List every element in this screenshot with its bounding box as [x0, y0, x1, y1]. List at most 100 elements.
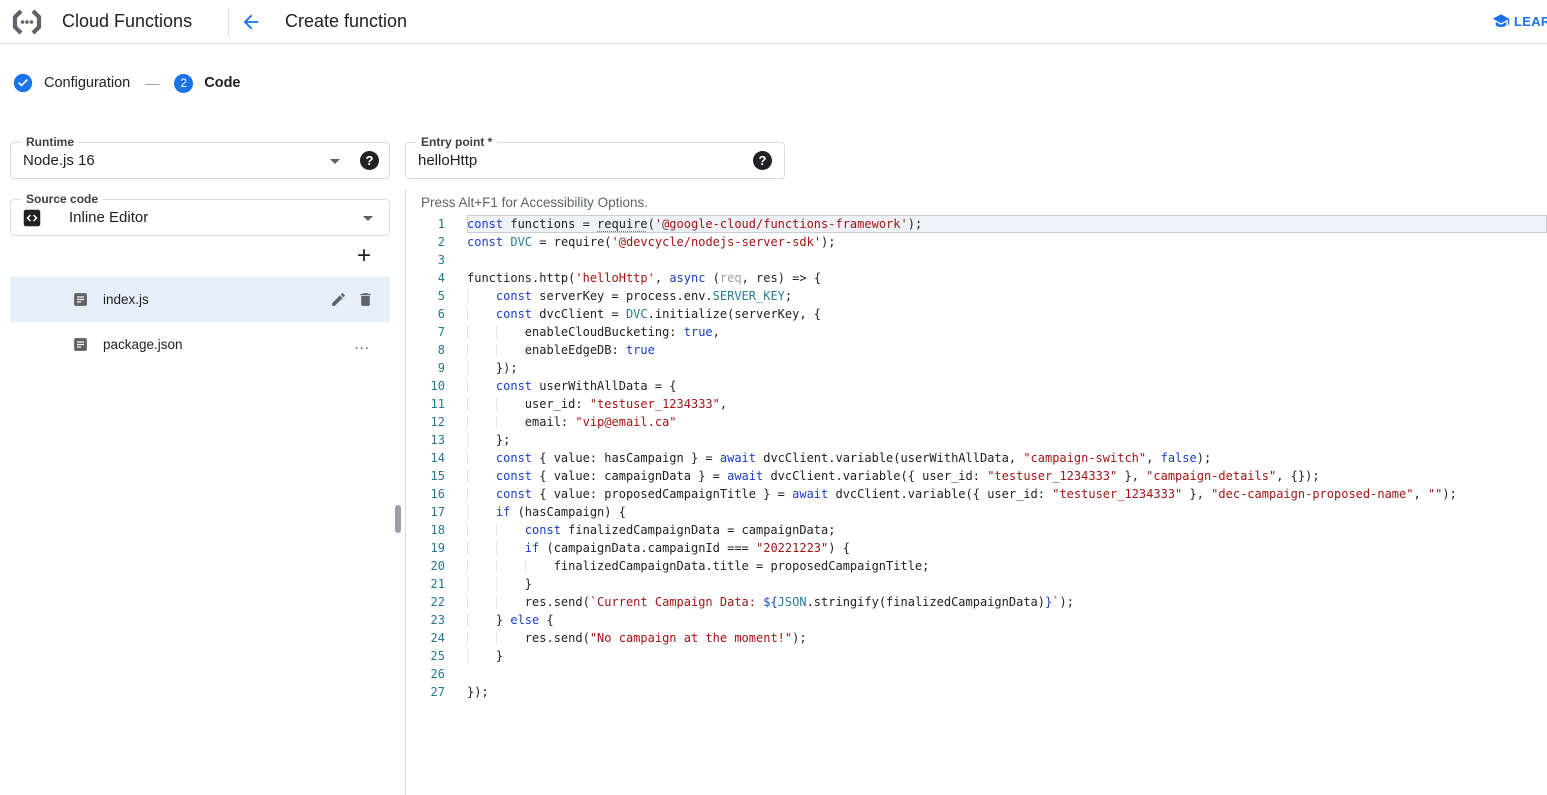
line-number: 24 [420, 629, 445, 647]
source-code-select[interactable]: Source code Inline Editor [10, 199, 390, 236]
code-line[interactable]: 25 } [420, 647, 1547, 665]
entry-point-value[interactable]: helloHttp [418, 143, 477, 178]
line-text: if (campaignData.campaignId === "2022122… [467, 539, 1547, 557]
line-number: 26 [420, 665, 445, 683]
code-line[interactable]: 21 } [420, 575, 1547, 593]
step-2-badge[interactable]: 2 [174, 74, 193, 93]
line-text: enableEdgeDB: true [467, 341, 1547, 359]
line-number: 25 [420, 647, 445, 665]
create-function-page: Cloud Functions Create function LEARN Co… [0, 0, 1547, 795]
code-line[interactable]: 8 enableEdgeDB: true [420, 341, 1547, 359]
line-number: 14 [420, 449, 445, 467]
runtime-help-icon[interactable]: ? [360, 151, 379, 170]
line-text: res.send("No campaign at the moment!"); [467, 629, 1547, 647]
line-text: enableCloudBucketing: true, [467, 323, 1547, 341]
line-number: 1 [420, 215, 445, 233]
step-complete-check-icon[interactable] [13, 73, 33, 93]
code-line[interactable]: 6 const dvcClient = DVC.initialize(serve… [420, 305, 1547, 323]
topbar-divider [228, 8, 229, 36]
line-text: } else { [467, 611, 1547, 629]
add-file-button[interactable]: + [352, 244, 376, 268]
more-options-icon[interactable]: ... [354, 336, 370, 353]
runtime-value: Node.js 16 [23, 143, 95, 178]
line-number: 20 [420, 557, 445, 575]
code-line[interactable]: 23 } else { [420, 611, 1547, 629]
code-line[interactable]: 7 enableCloudBucketing: true, [420, 323, 1547, 341]
entry-point-help-icon[interactable]: ? [753, 151, 772, 170]
line-text: if (hasCampaign) { [467, 503, 1547, 521]
entry-point-field[interactable]: Entry point * helloHttp ? [405, 142, 785, 179]
line-text: } [467, 575, 1547, 593]
edit-pencil-icon[interactable] [330, 291, 347, 308]
code-line[interactable]: 18 const finalizedCampaignData = campaig… [420, 521, 1547, 539]
panel-resize-handle[interactable] [395, 505, 401, 533]
code-line[interactable]: 13 }; [420, 431, 1547, 449]
line-text: email: "vip@email.ca" [467, 413, 1547, 431]
code-line[interactable]: 2const DVC = require('@devcycle/nodejs-s… [420, 233, 1547, 251]
stepper: Configuration — 2 Code [13, 71, 241, 95]
code-line[interactable]: 9 }); [420, 359, 1547, 377]
line-text: const DVC = require('@devcycle/nodejs-se… [467, 233, 1547, 251]
app-title[interactable]: Cloud Functions [62, 11, 192, 32]
code-line[interactable]: 16 const { value: proposedCampaignTitle … [420, 485, 1547, 503]
code-line[interactable]: 17 if (hasCampaign) { [420, 503, 1547, 521]
file-name: index.js [103, 292, 149, 307]
line-text [467, 665, 1547, 683]
code-line[interactable]: 15 const { value: campaignData } = await… [420, 467, 1547, 485]
graduation-cap-icon [1492, 12, 1510, 30]
line-number: 9 [420, 359, 445, 377]
code-line[interactable]: 22 res.send(`Current Campaign Data: ${JS… [420, 593, 1547, 611]
line-text: const dvcClient = DVC.initialize(serverK… [467, 305, 1547, 323]
line-text: const { value: proposedCampaignTitle } =… [467, 485, 1547, 503]
line-number: 19 [420, 539, 445, 557]
code-line[interactable]: 27}); [420, 683, 1547, 701]
line-number: 10 [420, 377, 445, 395]
file-icon [72, 291, 89, 308]
line-text: const { value: hasCampaign } = await dvc… [467, 449, 1547, 467]
line-number: 18 [420, 521, 445, 539]
code-line[interactable]: 10 const userWithAllData = { [420, 377, 1547, 395]
source-code-value: Inline Editor [69, 200, 148, 235]
runtime-select[interactable]: Runtime Node.js 16 ? [10, 142, 390, 179]
code-line[interactable]: 26 [420, 665, 1547, 683]
code-line[interactable]: 4functions.http('helloHttp', async (req,… [420, 269, 1547, 287]
code-line[interactable]: 5 const serverKey = process.env.SERVER_K… [420, 287, 1547, 305]
line-text: res.send(`Current Campaign Data: ${JSON.… [467, 593, 1547, 611]
chevron-down-icon[interactable] [330, 159, 340, 164]
code-line[interactable]: 11 user_id: "testuser_1234333", [420, 395, 1547, 413]
accessibility-hint: Press Alt+F1 for Accessibility Options. [421, 195, 648, 210]
chevron-down-icon[interactable] [363, 216, 373, 221]
step-configuration[interactable]: Configuration [44, 75, 130, 91]
line-text: }); [467, 683, 1547, 701]
delete-trash-icon[interactable] [357, 291, 374, 308]
file-row-index-js[interactable]: index.js [10, 277, 390, 322]
top-bar: Cloud Functions Create function LEARN [0, 0, 1547, 44]
line-text: }); [467, 359, 1547, 377]
step-code[interactable]: Code [204, 75, 240, 91]
step-separator: — [141, 75, 163, 91]
code-line[interactable]: 14 const { value: hasCampaign } = await … [420, 449, 1547, 467]
code-lines: 1 const functions = require('@google-clou… [420, 215, 1547, 701]
cloud-functions-icon [12, 8, 42, 36]
line-number: 27 [420, 683, 445, 701]
line-number: 17 [420, 503, 445, 521]
line-text: finalizedCampaignData.title = proposedCa… [467, 557, 1547, 575]
file-row-package-json[interactable]: package.json ... [10, 322, 390, 367]
line-text: }; [467, 431, 1547, 449]
code-line[interactable]: 20 finalizedCampaignData.title = propose… [420, 557, 1547, 575]
code-line[interactable]: 3 [420, 251, 1547, 269]
code-line[interactable]: 24 res.send("No campaign at the moment!"… [420, 629, 1547, 647]
back-arrow-button[interactable] [240, 11, 262, 33]
code-line[interactable]: 19 if (campaignData.campaignId === "2022… [420, 539, 1547, 557]
line-number: 21 [420, 575, 445, 593]
code-line[interactable]: 12 email: "vip@email.ca" [420, 413, 1547, 431]
code-editor[interactable]: 1 const functions = require('@google-clou… [420, 215, 1547, 701]
line-text: const functions = require('@google-cloud… [467, 215, 1547, 233]
learn-button[interactable]: LEARN [1492, 12, 1547, 30]
code-line[interactable]: 1 const functions = require('@google-clou… [420, 215, 1547, 233]
file-name: package.json [103, 337, 183, 352]
line-text: const { value: campaignData } = await dv… [467, 467, 1547, 485]
line-number: 8 [420, 341, 445, 359]
line-text: const finalizedCampaignData = campaignDa… [467, 521, 1547, 539]
line-number: 6 [420, 305, 445, 323]
